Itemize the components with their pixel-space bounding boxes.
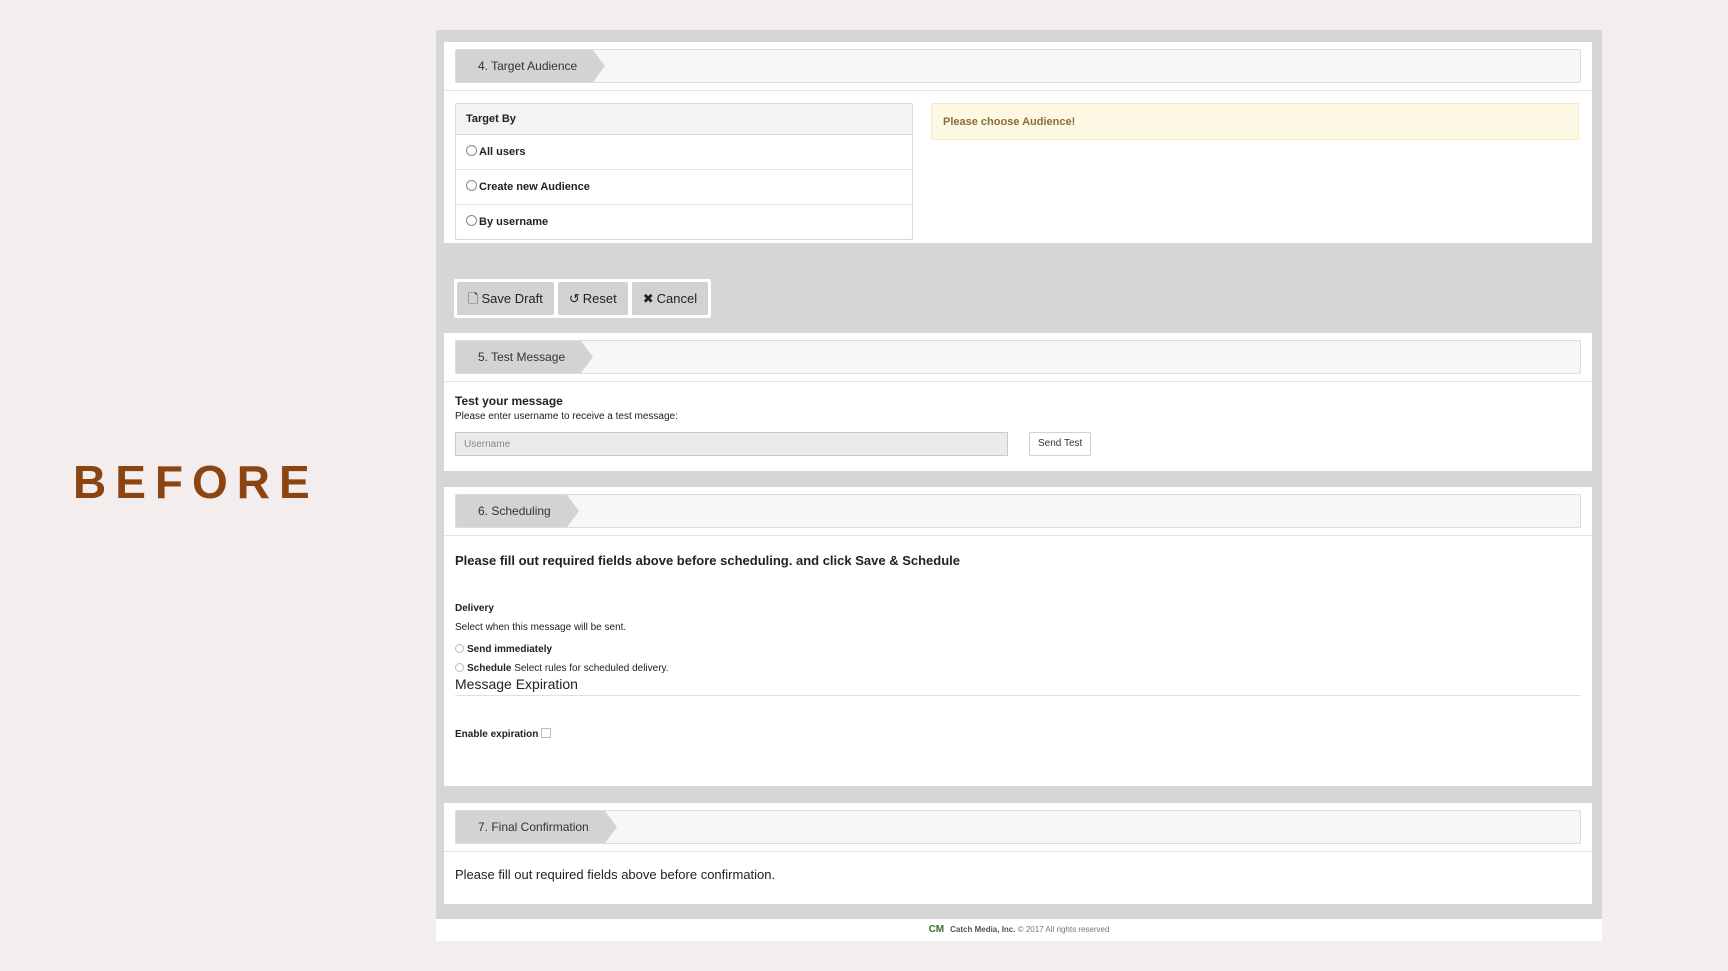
copyright-text: © 2017 All rights reserved: [1017, 925, 1110, 934]
radio-all-users[interactable]: [466, 145, 477, 156]
test-message-panel: 5. Test Message Test your message Please…: [444, 333, 1592, 471]
scheduling-panel: 6. Scheduling Please fill out required f…: [444, 487, 1592, 786]
undo-icon: ↺: [568, 291, 580, 306]
scheduling-heading: Please fill out required fields above be…: [455, 553, 960, 568]
enable-expiration-row[interactable]: Enable expiration: [455, 728, 552, 740]
company-name: Catch Media, Inc.: [950, 925, 1016, 934]
radio-by-username[interactable]: [466, 215, 477, 226]
footer: CM Catch Media, Inc. © 2017 All rights re…: [436, 919, 1602, 941]
option-create-new-audience[interactable]: Create new Audience: [456, 170, 912, 205]
divider: [444, 535, 1592, 536]
test-message-title: Test your message: [455, 394, 563, 408]
option-send-immediately[interactable]: Send immediately: [455, 644, 552, 655]
option-all-users[interactable]: All users: [456, 135, 912, 170]
radio-send-immediately[interactable]: [455, 644, 464, 653]
target-audience-header: 4. Target Audience: [455, 49, 1581, 83]
option-label: By username: [479, 216, 549, 228]
action-button-group: 🗋 Save Draft ↺ Reset ✖ Cancel: [454, 279, 712, 318]
choose-audience-alert: Please choose Audience!: [931, 103, 1579, 140]
test-message-header: 5. Test Message: [455, 340, 1581, 374]
step-tab-final-confirmation[interactable]: 7. Final Confirmation: [456, 811, 617, 843]
step-tab-test-message[interactable]: 5. Test Message: [456, 341, 594, 373]
final-confirmation-header: 7. Final Confirmation: [455, 810, 1581, 844]
cancel-label: Cancel: [656, 291, 698, 306]
save-draft-button[interactable]: 🗋 Save Draft: [457, 282, 554, 315]
reset-button[interactable]: ↺ Reset: [557, 282, 628, 315]
delivery-description: Select when this message will be sent.: [455, 622, 627, 633]
close-icon: ✖: [642, 291, 654, 306]
target-by-header: Target By: [456, 104, 912, 135]
message-expiration-title: Message Expiration: [455, 676, 1581, 696]
option-by-username[interactable]: By username: [456, 205, 912, 239]
schedule-label: Schedule: [467, 663, 512, 674]
schedule-description: Select rules for scheduled delivery.: [514, 663, 669, 674]
option-label: Create new Audience: [479, 181, 590, 193]
cancel-button[interactable]: ✖ Cancel: [631, 282, 709, 315]
option-label: All users: [479, 146, 526, 158]
enable-expiration-checkbox[interactable]: [541, 728, 552, 738]
send-test-button[interactable]: Send Test: [1029, 432, 1092, 456]
send-immediately-label: Send immediately: [467, 644, 553, 655]
divider: [444, 381, 1592, 382]
final-confirmation-panel: 7. Final Confirmation Please fill out re…: [444, 803, 1592, 904]
radio-schedule[interactable]: [455, 663, 464, 672]
divider: [444, 90, 1592, 91]
file-icon: 🗋: [468, 291, 479, 306]
scheduling-header: 6. Scheduling: [455, 494, 1581, 528]
radio-create-new-audience[interactable]: [466, 180, 477, 191]
test-message-subtitle: Please enter username to receive a test …: [455, 411, 678, 422]
target-by-box: Target By All users Create new Audience …: [455, 103, 913, 240]
option-schedule[interactable]: Schedule Select rules for scheduled deli…: [455, 663, 669, 674]
final-confirmation-text: Please fill out required fields above be…: [455, 867, 776, 882]
before-label: BEFORE: [73, 456, 319, 508]
reset-label: Reset: [582, 291, 617, 306]
save-draft-label: Save Draft: [481, 291, 543, 306]
catch-media-logo: CM: [928, 924, 945, 935]
username-input[interactable]: [455, 432, 1008, 456]
step-tab-target-audience[interactable]: 4. Target Audience: [456, 50, 606, 82]
delivery-label: Delivery: [455, 603, 494, 614]
step-tab-scheduling[interactable]: 6. Scheduling: [456, 495, 579, 527]
divider: [444, 851, 1592, 852]
target-audience-panel: 4. Target Audience Target By All users C…: [444, 42, 1592, 243]
app-window: 4. Target Audience Target By All users C…: [436, 30, 1602, 941]
enable-expiration-label: Enable expiration: [455, 729, 539, 740]
